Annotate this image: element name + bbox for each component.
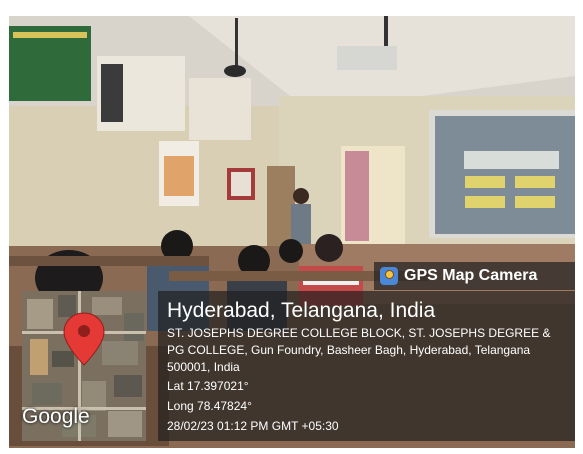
latitude: Lat 17.397021° <box>167 379 249 393</box>
place-name: Hyderabad, Telangana, India <box>167 299 436 322</box>
map-attribution: Google <box>22 405 90 428</box>
timestamp: 28/02/23 01:12 PM GMT +05:30 <box>167 419 339 433</box>
app-watermark: GPS Map Camera <box>374 262 575 290</box>
longitude: Long 78.47824° <box>167 399 252 413</box>
gps-map-camera-icon <box>380 267 398 285</box>
app-name: GPS Map Camera <box>404 267 538 284</box>
location-info-panel: Hyderabad, Telangana, India ST. JOSEPHS … <box>158 291 575 441</box>
photo-frame: GPS Map Camera Google Hyderabad, Telanga… <box>0 0 583 454</box>
full-address: ST. JOSEPHS DEGREE COLLEGE BLOCK, ST. JO… <box>167 326 551 374</box>
